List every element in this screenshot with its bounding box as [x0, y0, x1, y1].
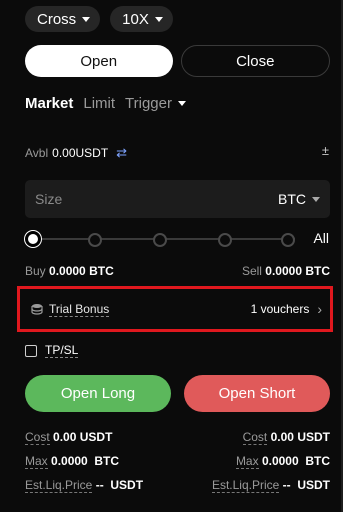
caret-down-icon [82, 16, 91, 22]
open-long-button[interactable]: Open Long [25, 375, 171, 412]
slider-step-75[interactable] [218, 233, 232, 247]
order-type-tabs: Market Limit Trigger [25, 95, 186, 112]
available-label: Avbl [25, 146, 49, 160]
cost-row: Cost 0.00 USDT Cost 0.00 USDT [25, 430, 330, 445]
cost-short: Cost 0.00 USDT [242, 430, 330, 445]
cost-label: Cost [242, 430, 268, 445]
size-input[interactable]: Size BTC [25, 180, 330, 218]
cost-unit: USDT [79, 430, 113, 444]
trial-bonus-label: Trial Bonus [49, 301, 110, 317]
buy-sell-amounts: Buy 0.0000 BTC Sell 0.0000 BTC [25, 264, 330, 278]
sell-value: 0.0000 BTC [265, 264, 330, 278]
cost-value: 0.00 [53, 430, 77, 444]
liq-short: Est.Liq.Price -- USDT [211, 478, 330, 493]
open-tab[interactable]: Open [25, 45, 173, 77]
cost-value: 0.00 [270, 430, 294, 444]
cost-long: Cost 0.00 USDT [25, 430, 113, 445]
max-unit: BTC [94, 454, 120, 468]
chevron-right-icon: › [317, 301, 322, 317]
caret-down-icon [178, 101, 186, 106]
slider-step-50[interactable] [153, 233, 167, 247]
liq-unit: USDT [110, 478, 144, 492]
caret-down-icon [312, 196, 320, 202]
size-placeholder: Size [35, 191, 63, 207]
slider-step-25[interactable] [88, 233, 102, 247]
tab-trigger-label: Trigger [125, 95, 172, 112]
tab-market[interactable]: Market [25, 95, 73, 112]
max-label: Max [25, 454, 48, 469]
cost-unit: USDT [297, 430, 330, 444]
max-unit: BTC [305, 454, 330, 468]
liq-label: Est.Liq.Price [25, 478, 93, 493]
slider-step-100[interactable] [281, 233, 295, 247]
max-row: Max 0.0000 BTC Max 0.0000 BTC [25, 454, 330, 469]
size-unit-select[interactable]: BTC [278, 191, 320, 207]
sell-amount: Sell 0.0000 BTC [242, 264, 330, 278]
tab-trigger[interactable]: Trigger [125, 95, 186, 112]
liq-value: -- [282, 478, 291, 492]
calculator-icon[interactable]: ± [322, 143, 329, 158]
top-controls: Cross 10X [25, 6, 173, 32]
open-close-toggle: Open Close [25, 45, 330, 77]
caret-down-icon [154, 16, 163, 22]
tpsl-label: TP/SL [45, 343, 79, 358]
tab-limit[interactable]: Limit [83, 95, 115, 112]
trial-bonus-row[interactable]: Trial Bonus 1 vouchers › [17, 286, 333, 332]
liq-label: Est.Liq.Price [211, 478, 280, 493]
max-value: 0.0000 [261, 454, 299, 468]
size-slider[interactable] [25, 231, 295, 247]
margin-mode-select[interactable]: Cross [25, 6, 101, 32]
buy-value: 0.0000 BTC [49, 264, 114, 278]
liq-unit: USDT [297, 478, 330, 492]
liq-long: Est.Liq.Price -- USDT [25, 478, 144, 493]
buy-label: Buy [25, 264, 46, 278]
leverage-select[interactable]: 10X [110, 6, 173, 32]
slider-handle[interactable] [25, 231, 41, 247]
sell-label: Sell [241, 264, 262, 278]
voucher-count: 1 vouchers [250, 302, 310, 316]
transfer-icon[interactable]: ⇄ [116, 145, 127, 161]
cost-label: Cost [25, 430, 50, 445]
coins-icon [31, 304, 43, 315]
margin-mode-label: Cross [37, 10, 77, 28]
max-long: Max 0.0000 BTC [25, 454, 120, 469]
tpsl-toggle[interactable]: TP/SL [25, 343, 79, 358]
max-value: 0.0000 [51, 454, 88, 468]
available-balance: Avbl 0.00USDT ⇄ [25, 145, 127, 161]
size-unit-label: BTC [278, 191, 306, 207]
tpsl-checkbox[interactable] [25, 344, 37, 357]
available-value: 0.00USDT [52, 146, 109, 160]
max-label: Max [235, 454, 259, 469]
open-short-button[interactable]: Open Short [184, 375, 330, 412]
liq-value: -- [95, 478, 104, 492]
slider-all-label[interactable]: All [313, 230, 329, 246]
buy-amount: Buy 0.0000 BTC [25, 264, 114, 278]
liq-price-row: Est.Liq.Price -- USDT Est.Liq.Price -- U… [25, 478, 330, 493]
leverage-label: 10X [122, 10, 149, 28]
max-short: Max 0.0000 BTC [235, 454, 330, 469]
order-actions: Open Long Open Short [25, 375, 330, 412]
close-tab[interactable]: Close [180, 45, 330, 77]
